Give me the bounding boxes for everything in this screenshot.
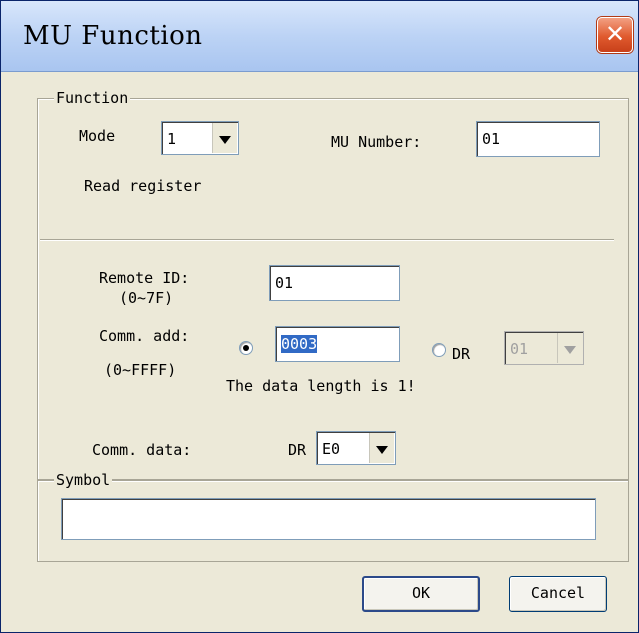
comm-data-dr-label: DR bbox=[288, 441, 307, 459]
remote-id-range: (0~7F) bbox=[119, 289, 174, 307]
comm-add-range: (0~FFFF) bbox=[104, 361, 177, 379]
comm-data-select-value: E0 bbox=[322, 440, 341, 458]
dr-radio-label: DR bbox=[452, 345, 471, 363]
cancel-button[interactable]: Cancel bbox=[509, 576, 607, 612]
chevron-down-icon[interactable] bbox=[212, 123, 237, 153]
mode-select[interactable]: 1 bbox=[161, 121, 239, 155]
dr-radio[interactable] bbox=[432, 343, 446, 357]
mu-number-label: MU Number: bbox=[331, 133, 422, 151]
title-bar[interactable]: MU Function ✕ bbox=[1, 1, 638, 72]
comm-add-value: 0003 bbox=[281, 335, 318, 353]
comm-data-select[interactable]: E0 bbox=[316, 431, 396, 465]
chevron-down-icon[interactable] bbox=[369, 433, 394, 463]
comm-add-radio[interactable] bbox=[239, 341, 253, 355]
close-icon[interactable]: ✕ bbox=[597, 17, 633, 53]
mode-description: Read register bbox=[84, 177, 202, 195]
chevron-down-icon[interactable] bbox=[557, 333, 582, 363]
comm-add-label: Comm. add: bbox=[99, 327, 190, 345]
ok-button[interactable]: OK bbox=[362, 576, 480, 612]
symbol-input[interactable] bbox=[61, 498, 596, 540]
dr-select[interactable]: 01 bbox=[504, 331, 584, 365]
dialog-client-area: Function Mode 1 MU Number: 01 Read regis… bbox=[11, 73, 629, 627]
remote-id-input[interactable]: 01 bbox=[269, 265, 400, 301]
comm-data-label: Comm. data: bbox=[92, 441, 192, 459]
mode-select-value: 1 bbox=[167, 130, 177, 148]
dr-select-value: 01 bbox=[510, 340, 529, 358]
mode-label: Mode bbox=[79, 127, 116, 145]
comm-add-input[interactable]: 0003 bbox=[275, 326, 400, 362]
section-divider bbox=[40, 239, 614, 241]
function-group-legend: Function bbox=[54, 89, 131, 107]
window-title: MU Function bbox=[23, 21, 203, 51]
data-length-note: The data length is 1! bbox=[226, 377, 416, 395]
mu-function-dialog: MU Function ✕ Function Mode 1 MU Number:… bbox=[0, 0, 639, 633]
remote-id-label: Remote ID: bbox=[99, 269, 190, 287]
symbol-group-legend: Symbol bbox=[54, 471, 113, 489]
mu-number-input[interactable]: 01 bbox=[476, 121, 600, 157]
